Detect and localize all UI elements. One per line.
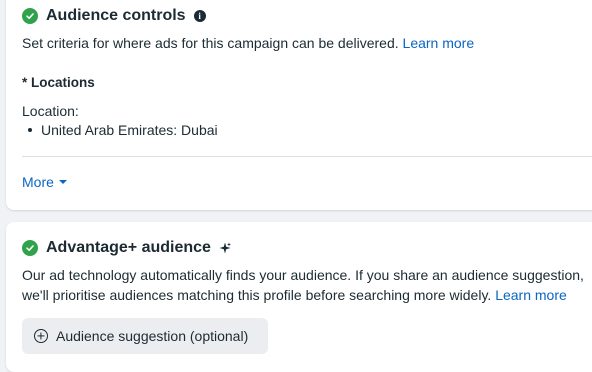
advantage-audience-card: Advantage+ audience Our ad technology au…	[6, 222, 592, 372]
audience-controls-card: Audience controls i Set criteria for whe…	[6, 0, 592, 210]
sparkle-icon	[219, 242, 231, 254]
learn-more-link[interactable]: Learn more	[495, 287, 567, 303]
description-text: we'll prioritise audiences matching this…	[22, 287, 492, 303]
audience-controls-title: Audience controls	[46, 7, 186, 24]
audience-controls-heading: Audience controls i	[22, 7, 206, 25]
location-prefix: Location:	[22, 103, 79, 119]
caret-down-icon	[58, 180, 67, 184]
advantage-description-line2: we'll prioritise audiences matching this…	[22, 285, 567, 305]
bullet	[28, 128, 32, 132]
plus-circle-icon	[34, 329, 48, 343]
advantage-audience-heading: Advantage+ audience	[22, 239, 231, 257]
required-marker: *	[22, 75, 32, 90]
audience-suggestion-label: Audience suggestion (optional)	[56, 328, 249, 344]
advantage-description-line1: Our ad technology automatically finds yo…	[22, 267, 584, 283]
locations-heading: * Locations	[22, 73, 95, 93]
list-item: United Arab Emirates: Dubai	[28, 122, 218, 138]
location-value: United Arab Emirates: Dubai	[41, 122, 218, 138]
divider	[22, 156, 592, 157]
more-label: More	[22, 174, 54, 190]
check-circle-icon	[22, 240, 38, 256]
info-icon[interactable]: i	[193, 10, 206, 22]
check-circle-icon	[22, 8, 38, 24]
audience-suggestion-button[interactable]: Audience suggestion (optional)	[22, 318, 268, 354]
locations-label: Locations	[31, 75, 95, 90]
audience-controls-description: Set criteria for where ads for this camp…	[22, 33, 474, 53]
learn-more-link[interactable]: Learn more	[403, 35, 475, 51]
more-button[interactable]: More	[22, 174, 67, 190]
advantage-audience-title: Advantage+ audience	[46, 239, 211, 256]
description-text: Set criteria for where ads for this camp…	[22, 35, 399, 51]
